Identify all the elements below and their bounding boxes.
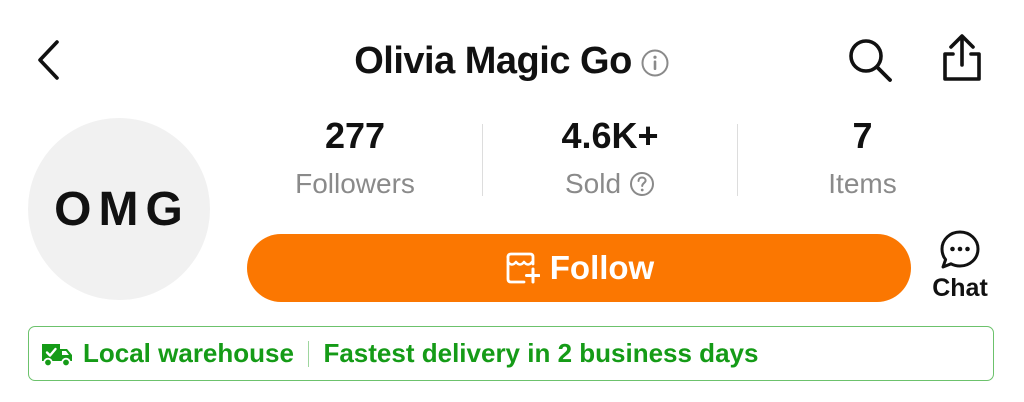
store-add-icon	[506, 252, 540, 284]
banner-divider	[307, 340, 310, 367]
sold-stat: 4.6K+ Sold	[500, 112, 720, 202]
sold-label: Sold	[564, 168, 622, 199]
items-stat[interactable]: 7 Items	[760, 112, 965, 202]
stats-divider	[482, 124, 483, 196]
chat-bubble-icon	[940, 230, 980, 269]
banner-delivery-text: Fastest delivery in 2 business days	[323, 338, 759, 368]
items-count: 7	[852, 115, 873, 156]
local-warehouse-banner[interactable]: Local warehouse Fastest delivery in 2 bu…	[28, 326, 994, 381]
info-icon[interactable]	[640, 48, 670, 78]
shop-title: Olivia Magic Go	[354, 39, 632, 82]
banner-title: Local warehouse	[83, 338, 294, 368]
followers-stat[interactable]: 277 Followers	[250, 112, 460, 202]
search-button[interactable]	[840, 32, 900, 88]
delivery-truck-icon	[42, 343, 72, 367]
help-icon[interactable]	[629, 171, 655, 197]
share-icon	[943, 34, 981, 81]
sold-count: 4.6K+	[561, 115, 659, 156]
follow-button[interactable]: Follow	[247, 234, 911, 302]
search-icon	[849, 39, 892, 82]
chat-button[interactable]: Chat	[920, 228, 1000, 310]
sold-label-group: Sold	[565, 164, 655, 204]
followers-label: Followers	[295, 168, 415, 199]
chat-label: Chat	[932, 274, 988, 302]
share-button[interactable]	[932, 30, 992, 86]
stats-divider	[737, 124, 738, 196]
followers-count: 277	[324, 115, 386, 156]
shop-avatar[interactable]: OMG	[28, 118, 210, 300]
avatar-logo-text: OMG	[54, 182, 190, 236]
items-label: Items	[828, 168, 897, 199]
follow-label: Follow	[549, 249, 655, 286]
